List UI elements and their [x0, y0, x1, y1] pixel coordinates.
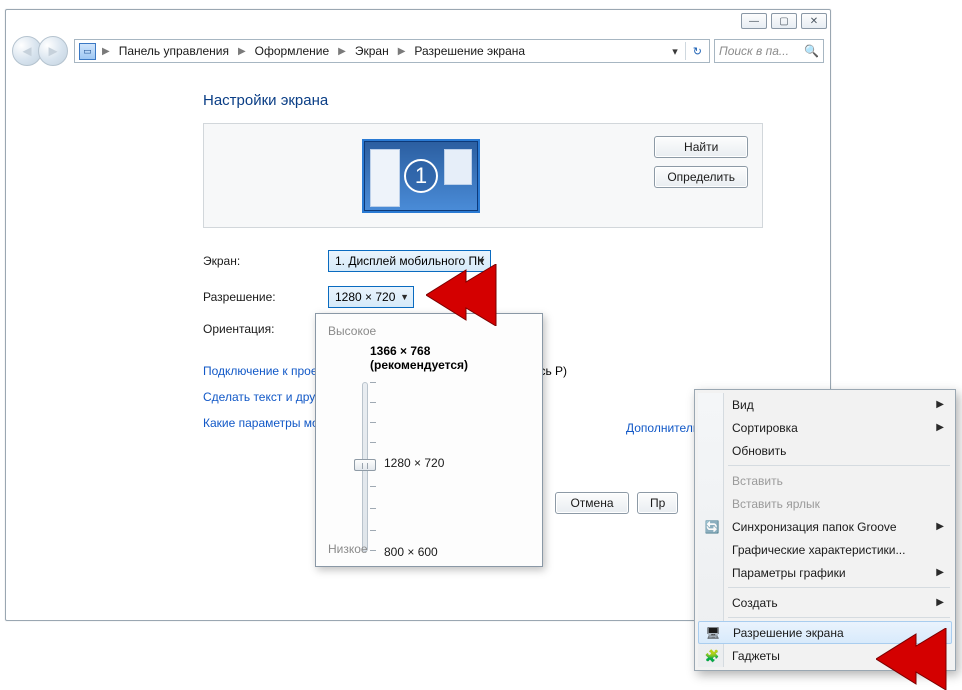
close-button[interactable]: ✕ [801, 13, 827, 29]
context-menu-item[interactable]: Вид ▶ [698, 393, 952, 416]
gadget-icon: 🧩 [704, 648, 720, 664]
maximize-button[interactable]: ▢ [771, 13, 797, 29]
display-dropdown[interactable]: 1. Дисплей мобильного ПК ▼ [328, 250, 491, 272]
chevron-right-icon: ▶ [336, 46, 348, 57]
context-menu-item[interactable]: Создать ▶ [698, 591, 952, 614]
resolution-dropdown-value: 1280 × 720 [335, 290, 395, 304]
context-menu-item[interactable]: Параметры графики ▶ [698, 561, 952, 584]
monitor-thumb[interactable]: 1 [362, 139, 480, 213]
context-menu-label: Гаджеты [732, 649, 780, 663]
dropdown-arrow-icon[interactable]: ▾ [667, 45, 683, 58]
slider-thumb[interactable] [354, 459, 376, 471]
search-input[interactable]: Поиск в па... 🔍 [714, 39, 824, 63]
page-title: Настройки экрана [203, 92, 830, 109]
context-menu-item: Вставить ярлык [698, 492, 952, 515]
slider-min-label: 800 × 600 [384, 545, 438, 559]
window-caption-buttons: ― ▢ ✕ [737, 9, 831, 33]
desktop-context-menu: Вид ▶ Сортировка ▶ Обновить Вставить Вставить … [694, 389, 956, 671]
context-menu-label: Создать [732, 596, 778, 610]
control-panel-icon: ▭ [79, 43, 96, 60]
search-icon: 🔍 [804, 44, 819, 58]
context-menu-label: Сортировка [732, 421, 798, 435]
context-menu-separator [728, 587, 950, 588]
context-menu-item[interactable]: 🔄 Синхронизация папок Groove ▶ [698, 515, 952, 538]
apply-button[interactable]: Пр [637, 492, 678, 514]
chevron-right-icon: ▶ [936, 521, 944, 532]
context-menu-label: Вставить ярлык [732, 497, 820, 511]
context-menu-item: Вставить [698, 469, 952, 492]
resolution-flyout: Высокое 1366 × 768 (рекомендуется) 1280 … [315, 313, 543, 567]
breadcrumb[interactable]: Экран [348, 40, 396, 62]
context-menu-label: Разрешение экрана [733, 626, 844, 640]
context-menu-item[interactable]: 🖥 Разрешение экрана [698, 621, 952, 644]
context-menu-label: Вставить [732, 474, 783, 488]
slider-current-label: 1280 × 720 [384, 456, 444, 470]
chevron-right-icon: ▶ [936, 422, 944, 433]
display-dropdown-value: 1. Дисплей мобильного ПК [335, 254, 484, 268]
chevron-right-icon: ▶ [936, 399, 944, 410]
address-bar[interactable]: ▭ ▶ Панель управления ▶ Оформление ▶ Экр… [74, 39, 710, 63]
context-menu-label: Параметры графики [732, 566, 846, 580]
display-preview-box: 1 Найти Определить [203, 123, 763, 228]
sync-icon: 🔄 [704, 519, 720, 535]
chevron-right-icon: ▶ [100, 46, 112, 57]
breadcrumb[interactable]: Панель управления [112, 40, 236, 62]
find-button[interactable]: Найти [654, 136, 748, 158]
context-menu-label: Синхронизация папок Groove [732, 520, 897, 534]
monitor-number: 1 [404, 159, 438, 193]
breadcrumb[interactable]: Разрешение экрана [407, 40, 532, 62]
dialog-bottom-buttons: Отмена Пр [555, 492, 678, 514]
chevron-down-icon: ▼ [400, 292, 409, 302]
projector-suffix: сь P) [539, 364, 567, 378]
context-menu-item[interactable]: 🧩 Гаджеты [698, 644, 952, 667]
chevron-right-icon: ▶ [936, 597, 944, 608]
context-menu-label: Вид [732, 398, 754, 412]
context-menu-item[interactable]: Сортировка ▶ [698, 416, 952, 439]
context-menu-item[interactable]: Графические характеристики... [698, 538, 952, 561]
context-menu-label: Графические характеристики... [732, 543, 905, 557]
context-menu-separator [728, 465, 950, 466]
context-menu-separator [728, 617, 950, 618]
monitor-icon: 🖥 [705, 625, 721, 641]
chevron-right-icon: ▶ [236, 46, 248, 57]
projector-link[interactable]: Подключение к проек [203, 364, 323, 378]
flyout-recommended: 1366 × 768 (рекомендуется) [370, 344, 530, 372]
cancel-button[interactable]: Отмена [555, 492, 629, 514]
resolution-label: Разрешение: [203, 290, 328, 304]
display-label: Экран: [203, 254, 328, 268]
flyout-low-label: Низкое [328, 542, 368, 556]
refresh-icon[interactable]: ↻ [688, 45, 707, 58]
nav-forward-button[interactable]: ► [38, 36, 68, 66]
resolution-slider[interactable]: 1280 × 720 800 × 600 [334, 382, 530, 552]
chevron-right-icon: ▶ [396, 46, 408, 57]
detect-button[interactable]: Определить [654, 166, 748, 188]
nav-buttons: ◄ ► [12, 36, 70, 66]
chevron-down-icon: ▼ [477, 256, 486, 266]
resolution-dropdown[interactable]: 1280 × 720 ▼ [328, 286, 414, 308]
chevron-right-icon: ▶ [936, 567, 944, 578]
orientation-label: Ориентация: [203, 322, 328, 336]
minimize-button[interactable]: ― [741, 13, 767, 29]
context-menu-label: Обновить [732, 444, 786, 458]
breadcrumb[interactable]: Оформление [248, 40, 336, 62]
flyout-high-label: Высокое [328, 324, 530, 338]
address-row: ◄ ► ▭ ▶ Панель управления ▶ Оформление ▶… [6, 32, 830, 72]
context-menu-item[interactable]: Обновить [698, 439, 952, 462]
search-placeholder: Поиск в па... [719, 44, 789, 58]
